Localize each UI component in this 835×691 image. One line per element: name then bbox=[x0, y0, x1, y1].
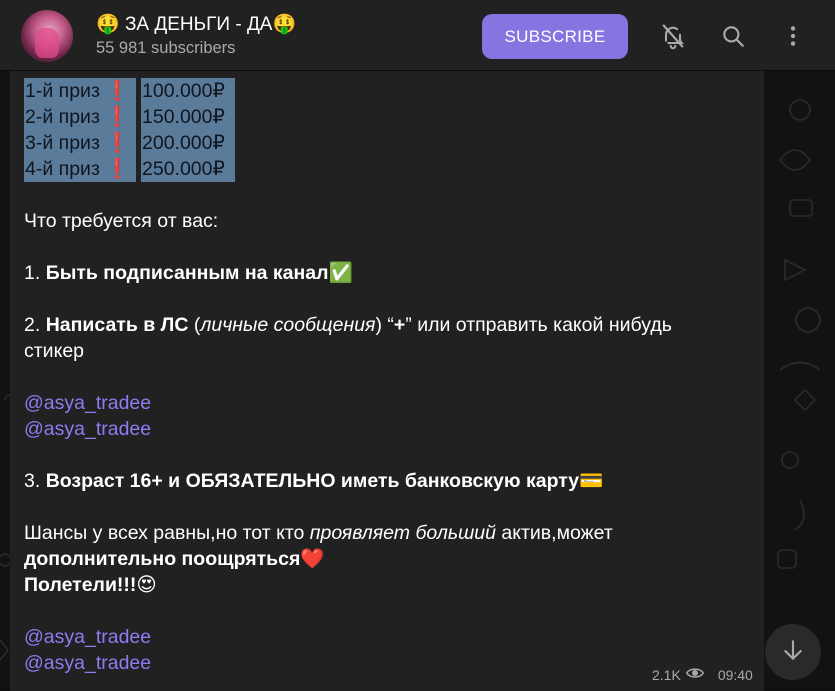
go-text: Полетели!!!😍 bbox=[24, 574, 157, 596]
channel-header: 🤑 ЗА ДЕНЬГИ - ДА🤑 55 981 subscribers SUB… bbox=[0, 0, 835, 71]
eye-icon bbox=[685, 666, 704, 683]
search-icon[interactable] bbox=[717, 20, 749, 52]
channel-avatar[interactable] bbox=[21, 10, 73, 62]
prize-amount[interactable]: 100.000₽ bbox=[141, 78, 235, 104]
money-face-emoji-right: 🤑 bbox=[272, 14, 297, 35]
scroll-down-button[interactable] bbox=[765, 624, 821, 680]
chances-text: Шансы у всех равны,но тот кто проявляет … bbox=[24, 522, 613, 544]
exclamation-emoji: ❗ bbox=[105, 132, 130, 154]
more-menu-icon[interactable] bbox=[777, 20, 809, 52]
exclamation-emoji: ❗ bbox=[105, 106, 130, 128]
channel-name: ЗА ДЕНЬГИ - ДА bbox=[124, 14, 273, 35]
prize-amount[interactable]: 200.000₽ bbox=[141, 130, 235, 156]
username-link[interactable]: @asya_tradee bbox=[24, 418, 151, 440]
requirement-2-cont: стикер bbox=[24, 340, 85, 362]
prize-amount[interactable]: 250.000₽ bbox=[141, 156, 235, 182]
username-link[interactable]: @asya_tradee bbox=[24, 626, 151, 648]
prize-label[interactable]: 1-й приз ❗ bbox=[24, 78, 136, 104]
exclamation-emoji: ❗ bbox=[105, 158, 130, 180]
prize-row: 4-й приз ❗ 250.000₽ bbox=[24, 156, 672, 182]
heart-eyes-emoji: 😍 bbox=[136, 574, 157, 596]
prize-row: 2-й приз ❗ 150.000₽ bbox=[24, 104, 672, 130]
money-face-emoji: 🤑 bbox=[96, 14, 120, 35]
prize-row: 1-й приз ❗ 100.000₽ bbox=[24, 78, 672, 104]
credit-card-emoji: 💳 bbox=[579, 470, 604, 492]
prize-row: 3-й приз ❗ 200.000₽ bbox=[24, 130, 672, 156]
username-link[interactable]: @asya_tradee bbox=[24, 652, 151, 674]
prize-label[interactable]: 4-й приз ❗ bbox=[24, 156, 136, 182]
heart-emoji: ❤️ bbox=[300, 548, 325, 570]
requirement-3: 3. Возраст 16+ и ОБЯЗАТЕЛЬНО иметь банко… bbox=[24, 470, 604, 492]
requirement-1: 1. Быть подписанным на канал✅ bbox=[24, 262, 353, 284]
exclamation-emoji: ❗ bbox=[105, 80, 130, 102]
message-meta: 2.1K 09:40 bbox=[652, 666, 753, 683]
message-text: 1-й приз ❗ 100.000₽ 2-й приз ❗ 150.000₽ … bbox=[24, 78, 672, 676]
message-time: 09:40 bbox=[717, 666, 753, 683]
check-emoji: ✅ bbox=[328, 262, 353, 284]
prize-label[interactable]: 2-й приз ❗ bbox=[24, 104, 136, 130]
username-link[interactable]: @asya_tradee bbox=[24, 392, 151, 414]
channel-title[interactable]: 🤑 ЗА ДЕНЬГИ - ДА🤑 bbox=[96, 12, 296, 36]
subscribe-button[interactable]: SUBSCRIBE bbox=[482, 14, 628, 59]
prize-label[interactable]: 3-й приз ❗ bbox=[24, 130, 136, 156]
mute-bell-icon[interactable] bbox=[657, 20, 689, 52]
prize-amount[interactable]: 150.000₽ bbox=[141, 104, 235, 130]
view-count: 2.1K bbox=[652, 666, 681, 683]
arrow-down-icon bbox=[780, 637, 806, 668]
requirements-intro: Что требуется от вас: bbox=[24, 210, 219, 232]
requirement-2: 2. Написать в ЛС (личные сообщения) “+” … bbox=[24, 314, 672, 336]
chances-text-cont: дополнительно поощряться❤️ bbox=[24, 548, 325, 570]
subscriber-count: 55 981 subscribers bbox=[96, 39, 236, 57]
